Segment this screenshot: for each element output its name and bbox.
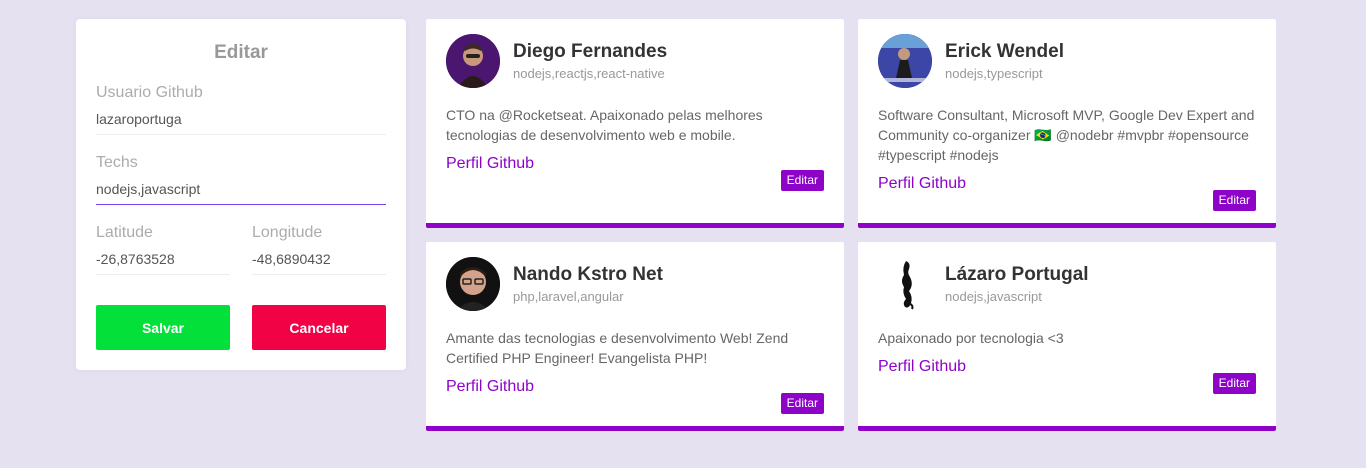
dev-card-nando-kstro-net: Nando Kstro Net php,laravel,angular Aman… (426, 242, 844, 431)
edit-button-wrap: Editar (446, 393, 824, 422)
github-username-field: Usuario Github (96, 83, 386, 135)
card-header: Nando Kstro Net php,laravel,angular (446, 257, 824, 311)
avatar (446, 34, 500, 88)
user-info: Nando Kstro Net php,laravel,angular (513, 263, 663, 305)
github-username-input[interactable] (96, 103, 386, 135)
techs-input[interactable] (96, 173, 386, 205)
card-header: Erick Wendel nodejs,typescript (878, 34, 1256, 88)
edit-dev-button[interactable]: Editar (1212, 190, 1256, 211)
dev-card-erick-wendel: Erick Wendel nodejs,typescript Software … (858, 19, 1276, 228)
coordinates-row: Latitude Longitude (96, 205, 386, 275)
techs-field: Techs (96, 153, 386, 205)
user-name: Nando Kstro Net (513, 264, 663, 285)
cancel-button[interactable]: Cancelar (252, 305, 386, 350)
avatar-icon (446, 34, 500, 88)
edit-dev-button[interactable]: Editar (780, 393, 824, 414)
user-bio: Software Consultant, Microsoft MVP, Goog… (878, 107, 1255, 163)
user-bio: Apaixonado por tecnologia <3 (878, 330, 1064, 346)
edit-button-wrap: Editar (446, 170, 824, 199)
user-name: Lázaro Portugal (945, 264, 1089, 285)
edit-dev-button[interactable]: Editar (780, 170, 824, 191)
form-actions: Salvar Cancelar (96, 305, 386, 350)
dev-card-diego-fernandes: Diego Fernandes nodejs,reactjs,react-nat… (426, 19, 844, 228)
user-info: Lázaro Portugal nodejs,javascript (945, 263, 1089, 305)
edit-title: Editar (214, 42, 268, 63)
avatar (878, 257, 932, 311)
card-header: Lázaro Portugal nodejs,javascript (878, 257, 1256, 311)
user-bio: Amante das tecnologias e desenvolvimento… (446, 330, 789, 366)
avatar (446, 257, 500, 311)
user-techs: nodejs,javascript (945, 289, 1042, 304)
longitude-input[interactable] (252, 243, 386, 275)
github-username-label: Usuario Github (96, 84, 203, 101)
longitude-label: Longitude (252, 224, 323, 241)
techs-label: Techs (96, 154, 138, 171)
avatar-icon (878, 257, 932, 311)
avatar-icon (446, 257, 500, 311)
user-name: Diego Fernandes (513, 41, 668, 62)
user-techs: php,laravel,angular (513, 289, 624, 304)
avatar (878, 34, 932, 88)
edit-button-wrap: Editar (878, 190, 1256, 219)
edit-button-wrap: Editar (878, 373, 1256, 402)
save-button[interactable]: Salvar (96, 305, 230, 350)
user-techs: nodejs,reactjs,react-native (513, 66, 665, 81)
edit-panel: Editar Usuario Github Techs Latitude Lon… (76, 19, 406, 370)
user-info: Erick Wendel nodejs,typescript (945, 40, 1064, 82)
user-name: Erick Wendel (945, 41, 1064, 62)
edit-dev-button[interactable]: Editar (1212, 373, 1256, 394)
dev-card-lazaro-portugal: Lázaro Portugal nodejs,javascript Apaixo… (858, 242, 1276, 431)
latitude-field: Latitude (96, 223, 230, 275)
latitude-input[interactable] (96, 243, 230, 275)
user-bio: CTO na @Rocketseat. Apaixonado pelas mel… (446, 107, 763, 143)
avatar-icon (878, 34, 932, 88)
longitude-field: Longitude (252, 223, 386, 275)
user-info: Diego Fernandes nodejs,reactjs,react-nat… (513, 40, 667, 82)
card-header: Diego Fernandes nodejs,reactjs,react-nat… (446, 34, 824, 88)
latitude-label: Latitude (96, 224, 153, 241)
user-techs: nodejs,typescript (945, 66, 1043, 81)
